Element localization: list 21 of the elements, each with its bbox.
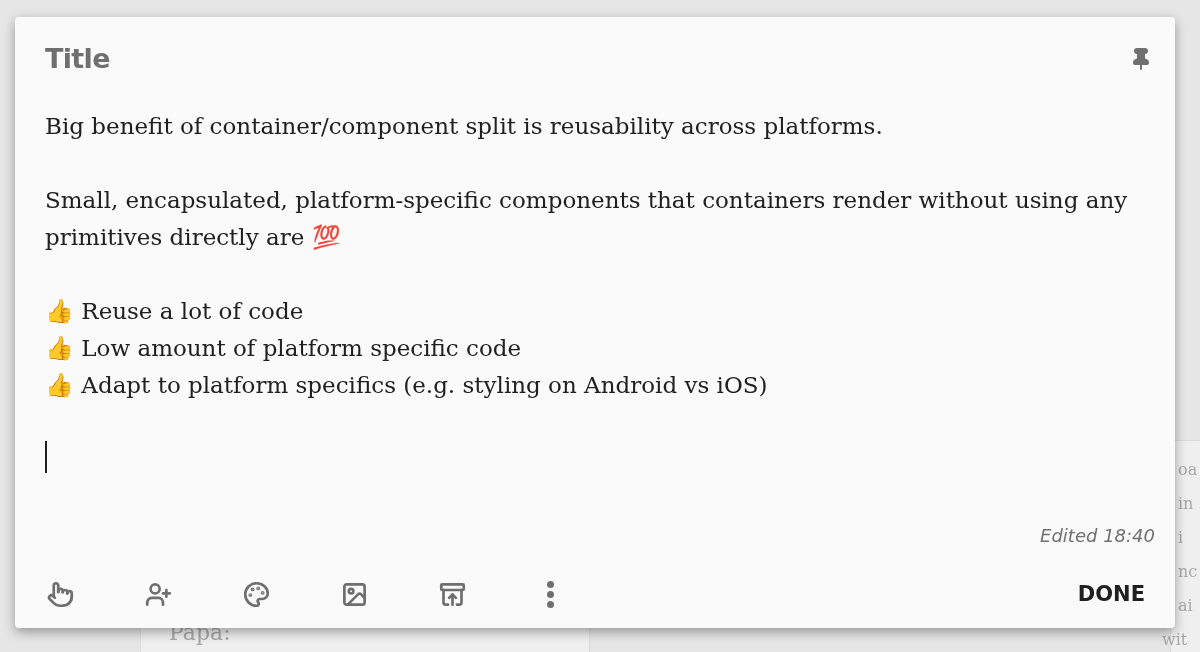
image-icon [340, 580, 368, 608]
note-text: Small, encapsulated, platform-specific components that containers render without using any primitives directly are 💯 [45, 185, 1129, 252]
edited-time: Edited 18:40 [1040, 523, 1155, 548]
title-field[interactable]: Title [45, 39, 110, 80]
note-text: oa [1178, 459, 1198, 481]
note-text: 👍 Low amount of platform specific code [45, 333, 523, 363]
note-text: i [1178, 527, 1184, 549]
note-text: 👍 Adapt to platform specifics (e.g. styling on Android vs iOS) [45, 370, 769, 400]
note-text: ai [1178, 595, 1193, 617]
note-text: in [1178, 493, 1194, 515]
note-text: wit [1162, 629, 1188, 651]
palette-icon [242, 580, 270, 608]
add-person-icon [144, 580, 172, 608]
done-button[interactable]: DONE [1065, 574, 1157, 614]
note-text: Big benefit of container/component split is reusability across platforms. [45, 111, 884, 141]
text-cursor [45, 440, 47, 473]
note-text: 👍 Reuse a lot of code [45, 296, 305, 326]
hand-icon [46, 580, 74, 608]
more-icon [546, 580, 554, 608]
archive-icon [438, 580, 466, 608]
note-text: nc [1178, 561, 1198, 583]
